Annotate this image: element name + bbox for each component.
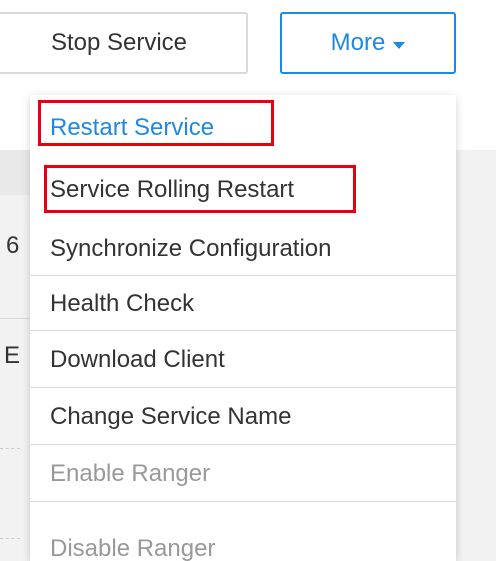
background-row-text-1: 6 (6, 232, 20, 259)
menu-item-restart-service[interactable]: Restart Service (30, 103, 456, 153)
stop-service-label: Stop Service (50, 29, 188, 56)
stop-service-button[interactable]: Stop Service (0, 12, 248, 74)
menu-item-health-check[interactable]: Health Check (30, 277, 456, 331)
menu-item-disable-ranger[interactable]: Disable Ranger (30, 521, 456, 561)
menu-item-label: Change Service Name (50, 402, 292, 430)
more-label: More (330, 29, 386, 56)
menu-item-label: Service Rolling Restart (50, 176, 295, 203)
menu-item-enable-ranger[interactable]: Enable Ranger (30, 446, 456, 502)
menu-item-label: Enable Ranger (50, 459, 211, 487)
background-dashed-line (0, 538, 20, 539)
background-row-strip (0, 150, 30, 195)
menu-item-service-rolling-restart[interactable]: Service Rolling Restart (30, 165, 456, 215)
background-divider (0, 318, 30, 319)
more-dropdown-menu: Restart Service Service Rolling Restart … (30, 95, 456, 561)
menu-item-label: Synchronize Configuration (50, 234, 332, 262)
menu-item-label: Download Client (50, 345, 225, 373)
caret-down-icon (393, 41, 406, 49)
menu-item-change-service-name[interactable]: Change Service Name (30, 389, 456, 445)
menu-item-label: Restart Service (50, 114, 215, 141)
background-dashed-line (0, 448, 20, 449)
menu-item-label: Disable Ranger (50, 535, 216, 561)
menu-item-synchronize-configuration[interactable]: Synchronize Configuration (30, 222, 456, 276)
menu-item-download-client[interactable]: Download Client (30, 332, 456, 388)
more-button[interactable]: More (280, 12, 456, 74)
menu-item-label: Health Check (50, 289, 195, 317)
background-row-text-2: E (4, 342, 21, 369)
